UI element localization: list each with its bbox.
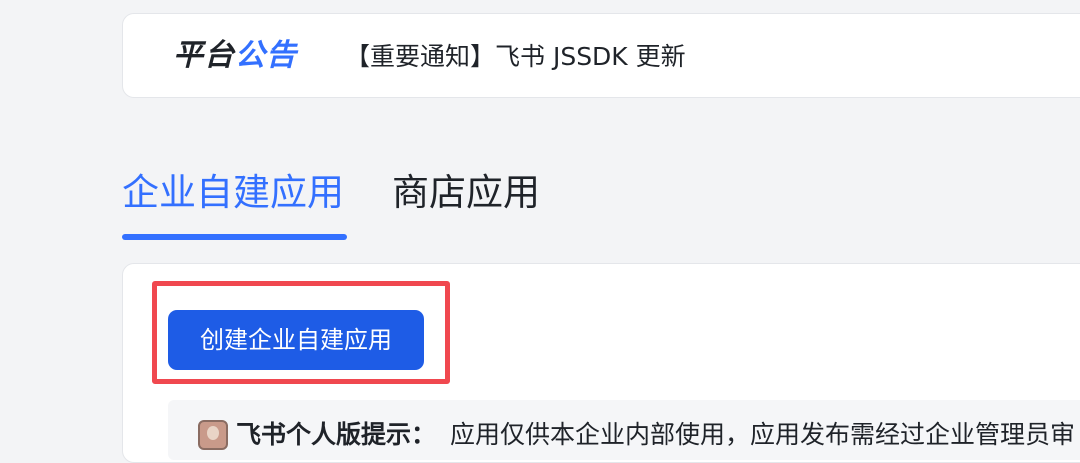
create-enterprise-app-button[interactable]: 创建企业自建应用 [168, 310, 424, 370]
tab-enterprise-apps[interactable]: 企业自建应用 [122, 168, 344, 218]
announcement-link[interactable]: 【重要通知】飞书 JSSDK 更新 [345, 40, 686, 74]
app-type-tabs: 企业自建应用 商店应用 [122, 168, 722, 244]
announcement-title-part1: 平台 [173, 38, 235, 73]
user-avatar-icon [198, 420, 228, 450]
tip-text: 应用仅供本企业内部使用，应用发布需经过企业管理员审 [450, 420, 1076, 449]
announcement-title: 平台公告 [173, 36, 297, 76]
personal-edition-tip: 飞书个人版提示： 应用仅供本企业内部使用，应用发布需经过企业管理员审 [168, 400, 1080, 460]
tab-store-apps[interactable]: 商店应用 [392, 168, 540, 218]
announcement-bar: 平台公告 【重要通知】飞书 JSSDK 更新 [122, 13, 1080, 98]
announcement-title-part2: 公告 [235, 38, 297, 73]
active-tab-indicator [122, 234, 347, 240]
tip-label: 飞书个人版提示： [236, 420, 437, 449]
